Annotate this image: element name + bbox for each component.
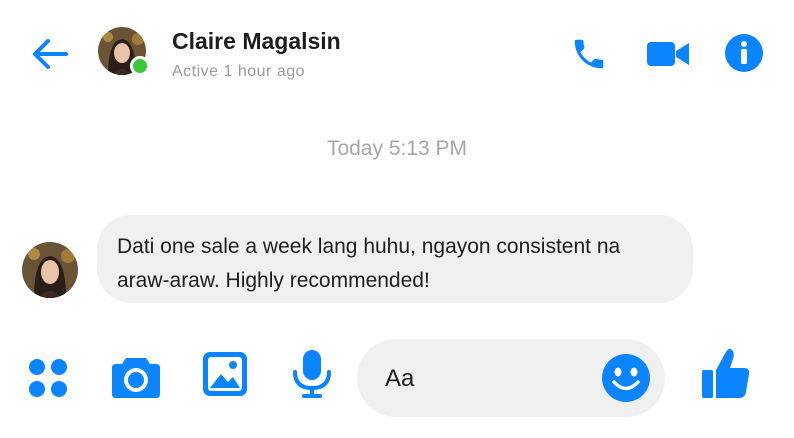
video-camera-icon[interactable] <box>645 37 691 71</box>
image-icon[interactable] <box>201 350 249 398</box>
grid-dots-icon[interactable] <box>26 356 70 400</box>
camera-icon[interactable] <box>110 352 162 400</box>
incoming-message-bubble[interactable]: Dati one sale a week lang huhu, ngayon c… <box>97 215 693 303</box>
active-status: Active 1 hour ago <box>172 63 306 80</box>
back-arrow-icon[interactable] <box>28 32 72 76</box>
phone-icon[interactable] <box>570 35 608 73</box>
emoji-icon[interactable] <box>601 353 651 403</box>
info-icon[interactable] <box>723 32 765 74</box>
message-timestamp: Today 5:13 PM <box>326 137 468 160</box>
message-input[interactable] <box>385 365 585 393</box>
conversation-header: Claire Magalsin Active 1 hour ago <box>0 0 794 100</box>
sender-avatar[interactable] <box>22 242 78 298</box>
message-composer <box>357 339 665 417</box>
contact-name: Claire Magalsin <box>172 28 341 54</box>
online-status-indicator <box>130 56 150 76</box>
microphone-icon[interactable] <box>290 348 334 400</box>
thumbs-up-icon[interactable] <box>698 346 754 402</box>
